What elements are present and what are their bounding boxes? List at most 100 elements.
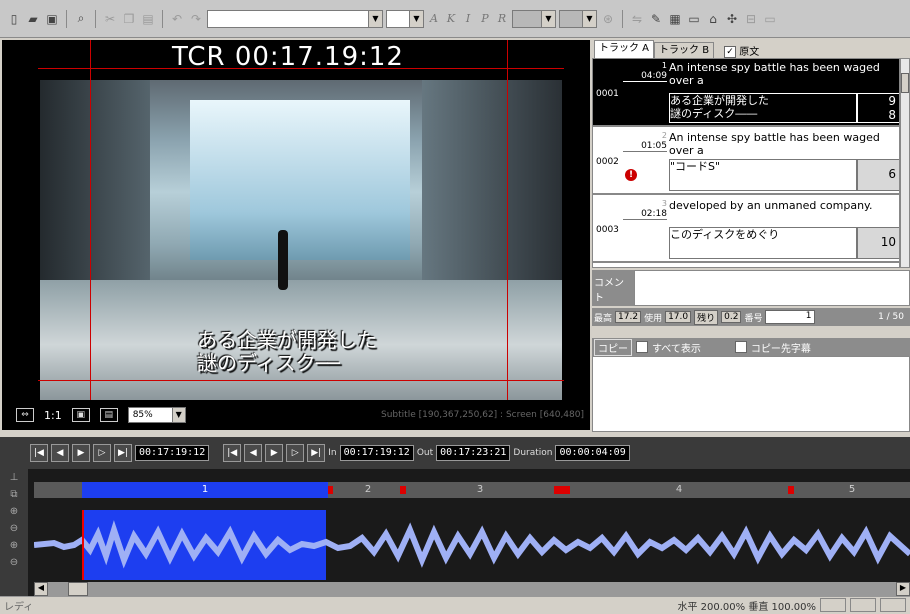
open-folder-icon[interactable]: ▰: [25, 11, 41, 27]
row-subtitle-text[interactable]: "コードS": [669, 159, 857, 191]
fit-icon[interactable]: ⇔: [16, 408, 34, 422]
scrollbar-thumb[interactable]: [901, 73, 909, 93]
color-combo[interactable]: ▼: [559, 9, 597, 28]
font-a-icon[interactable]: A: [427, 12, 441, 25]
wave-icon[interactable]: ▭: [762, 11, 778, 27]
ratio-button[interactable]: 1:1: [44, 409, 62, 422]
font-p-icon[interactable]: P: [478, 12, 492, 25]
waveform: [34, 520, 910, 569]
copy-label: コピー: [594, 338, 632, 356]
status-ready: レディ: [4, 602, 34, 613]
row-char-count: 10: [857, 227, 899, 259]
ruby-icon[interactable]: ⊛: [600, 11, 616, 27]
filter-icon[interactable]: ⊟: [743, 11, 759, 27]
font-k-icon[interactable]: K: [444, 12, 458, 25]
paste-icon[interactable]: ▤: [140, 11, 156, 27]
scroll-right-icon[interactable]: ▶: [896, 582, 910, 596]
scroll-left-icon[interactable]: ◀: [34, 582, 48, 596]
move-icon[interactable]: ✣: [724, 11, 740, 27]
home-icon[interactable]: ⌂: [705, 11, 721, 27]
dest-checkbox[interactable]: [734, 341, 747, 353]
save-icon[interactable]: ▣: [44, 11, 60, 27]
subtitle-segment[interactable]: 2: [333, 482, 403, 498]
show-all-checkbox[interactable]: [636, 341, 648, 353]
zoom-select[interactable]: 85% ▼: [127, 407, 186, 423]
next-subtitle-icon[interactable]: ▶|: [307, 444, 326, 462]
tab-track-a[interactable]: トラック A: [594, 40, 655, 58]
waveform-area[interactable]: [34, 510, 910, 580]
next-icon[interactable]: ▷: [286, 444, 305, 462]
row-id: 0003: [596, 225, 619, 235]
subtitle-segment[interactable]: 5: [794, 482, 910, 498]
checkbox-checked-icon[interactable]: ✓: [724, 46, 737, 58]
split-icon[interactable]: ⧉: [5, 489, 23, 503]
go-start-icon[interactable]: |◀: [30, 444, 48, 462]
chevron-down-icon[interactable]: ▼: [541, 10, 555, 27]
subtitle-ruler[interactable]: 1 2 3 4 5: [34, 482, 910, 498]
copy-area[interactable]: [592, 356, 910, 432]
play-icon[interactable]: ▶: [72, 444, 90, 462]
playhead-cursor[interactable]: [82, 510, 84, 580]
step-back-icon[interactable]: ◀: [51, 444, 69, 462]
zoom-in-vertical-icon[interactable]: ⊕: [5, 540, 23, 554]
separator: [95, 9, 96, 28]
out-timecode[interactable]: 00:17:23:21: [436, 445, 511, 461]
snapshot-icon[interactable]: ▣: [71, 408, 90, 422]
size-combo[interactable]: ▼: [386, 9, 424, 28]
tab-track-b[interactable]: トラック B: [654, 42, 715, 58]
subtitle-row[interactable]: 0001 1 04:09 An intense spy battle has b…: [593, 59, 899, 127]
prev-subtitle-icon[interactable]: |◀: [223, 444, 242, 462]
used-label: 使用: [644, 313, 663, 324]
subtitle-preview[interactable]: ある企業が開発した 謎のディスク──: [197, 329, 377, 375]
cut-icon[interactable]: ✂: [102, 11, 118, 27]
row-index: 1: [661, 61, 667, 70]
original-toggle[interactable]: ✓ 原文: [724, 43, 759, 58]
undo-icon[interactable]: ↶: [169, 11, 185, 27]
row-timecode: 02:18: [623, 209, 667, 220]
current-timecode[interactable]: 00:17:19:12: [135, 445, 210, 461]
comment-input[interactable]: [634, 270, 910, 306]
zoom-out-icon[interactable]: ⊖: [5, 523, 23, 537]
paint-icon[interactable]: ✎: [648, 11, 664, 27]
prev-icon[interactable]: ◀: [244, 444, 263, 462]
chevron-down-icon[interactable]: ▼: [582, 10, 596, 27]
search-icon[interactable]: ⌕: [73, 11, 89, 27]
duration-label: Duration: [513, 448, 553, 458]
italic-icon[interactable]: I: [461, 12, 475, 25]
chevron-down-icon[interactable]: ▼: [368, 10, 382, 27]
chevron-down-icon[interactable]: ▼: [171, 408, 185, 422]
row-subtitle-text[interactable]: このディスクをめぐり: [669, 227, 857, 259]
row-original-text: An intense spy battle has been waged ove…: [669, 61, 880, 87]
chart-icon[interactable]: ▦: [667, 11, 683, 27]
row-subtitle-text[interactable]: ある企業が開発した 謎のディスク――: [669, 93, 857, 123]
show-all-label: すべて表示: [652, 343, 701, 355]
window-icon[interactable]: ▭: [686, 11, 702, 27]
in-timecode[interactable]: 00:17:19:12: [339, 445, 414, 461]
scrollbar-thumb[interactable]: [68, 582, 88, 596]
subtitle-segment[interactable]: 3: [406, 482, 554, 498]
chevron-down-icon[interactable]: ▼: [409, 10, 423, 27]
go-end-icon[interactable]: ▶|: [114, 444, 132, 462]
subtitle-panel: トラック A トラック B ✓ 原文 0001 1 04:09 An inten…: [592, 40, 910, 432]
zoom-in-icon[interactable]: ⊕: [5, 506, 23, 520]
pin-icon[interactable]: ⊥: [5, 472, 23, 486]
subtitle-segment[interactable]: 1: [82, 482, 328, 498]
subtitle-row[interactable]: 0003 3 02:18 developed by an unmaned com…: [593, 197, 899, 263]
timeline-scrollbar[interactable]: ◀ ▶: [34, 582, 910, 596]
font-combo[interactable]: ▼: [207, 9, 383, 28]
new-file-icon[interactable]: ▯: [6, 11, 22, 27]
zoom-out-vertical-icon[interactable]: ⊖: [5, 557, 23, 571]
style-combo[interactable]: ▼: [512, 9, 556, 28]
step-forward-icon[interactable]: ▷: [93, 444, 111, 462]
number-input[interactable]: 1: [765, 310, 816, 324]
play-subtitle-icon[interactable]: ▶: [265, 444, 284, 462]
redo-icon[interactable]: ↷: [188, 11, 204, 27]
copy-icon[interactable]: ❐: [121, 11, 137, 27]
font-r-icon[interactable]: R: [495, 12, 509, 25]
list-scrollbar[interactable]: [900, 58, 910, 268]
snapshot-alt-icon[interactable]: ▤: [99, 408, 118, 422]
duration-timecode[interactable]: 00:00:04:09: [555, 445, 630, 461]
subtitle-row[interactable]: 0002 ! 2 01:05 An intense spy battle has…: [593, 129, 899, 195]
convert-icon[interactable]: ⇋: [629, 11, 645, 27]
subtitle-segment[interactable]: 4: [570, 482, 788, 498]
